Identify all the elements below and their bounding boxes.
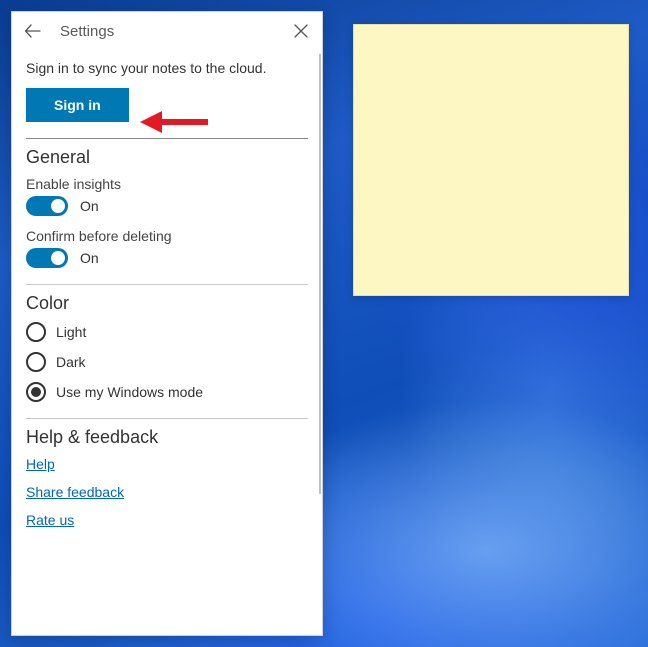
panel-title: Settings bbox=[60, 23, 114, 40]
divider bbox=[26, 284, 308, 285]
section-title-general: General bbox=[26, 147, 308, 168]
settings-panel: Settings Sign in to sync your notes to t… bbox=[11, 11, 323, 636]
radio-icon bbox=[26, 352, 46, 372]
radio-option-light[interactable]: Light bbox=[26, 322, 308, 342]
setting-confirm-delete: Confirm before deleting On bbox=[26, 228, 308, 268]
toggle-knob bbox=[51, 251, 65, 265]
radio-option-windows-mode[interactable]: Use my Windows mode bbox=[26, 382, 308, 402]
link-share-feedback[interactable]: Share feedback bbox=[26, 484, 308, 500]
sign-in-button[interactable]: Sign in bbox=[26, 88, 129, 122]
radio-label: Light bbox=[56, 324, 86, 340]
toggle-state-text: On bbox=[80, 250, 99, 266]
toggle-knob bbox=[51, 199, 65, 213]
radio-label: Use my Windows mode bbox=[56, 384, 203, 400]
radio-icon bbox=[26, 382, 46, 402]
divider bbox=[26, 138, 308, 139]
sync-prompt-text: Sign in to sync your notes to the cloud. bbox=[26, 60, 308, 76]
link-help[interactable]: Help bbox=[26, 456, 308, 472]
toggle-state-text: On bbox=[80, 198, 99, 214]
setting-enable-insights: Enable insights On bbox=[26, 176, 308, 216]
sticky-note[interactable] bbox=[353, 24, 629, 296]
radio-option-dark[interactable]: Dark bbox=[26, 352, 308, 372]
section-title-help: Help & feedback bbox=[26, 427, 308, 448]
link-rate-us[interactable]: Rate us bbox=[26, 512, 308, 528]
panel-body: Sign in to sync your notes to the cloud.… bbox=[12, 48, 322, 635]
setting-label: Enable insights bbox=[26, 176, 308, 192]
toggle-enable-insights[interactable] bbox=[26, 196, 68, 216]
radio-icon bbox=[26, 322, 46, 342]
setting-label: Confirm before deleting bbox=[26, 228, 308, 244]
close-icon[interactable] bbox=[294, 24, 310, 40]
radio-label: Dark bbox=[56, 354, 86, 370]
toggle-confirm-delete[interactable] bbox=[26, 248, 68, 268]
back-arrow-icon[interactable] bbox=[24, 22, 42, 40]
section-title-color: Color bbox=[26, 293, 308, 314]
panel-header: Settings bbox=[12, 12, 322, 48]
divider bbox=[26, 418, 308, 419]
